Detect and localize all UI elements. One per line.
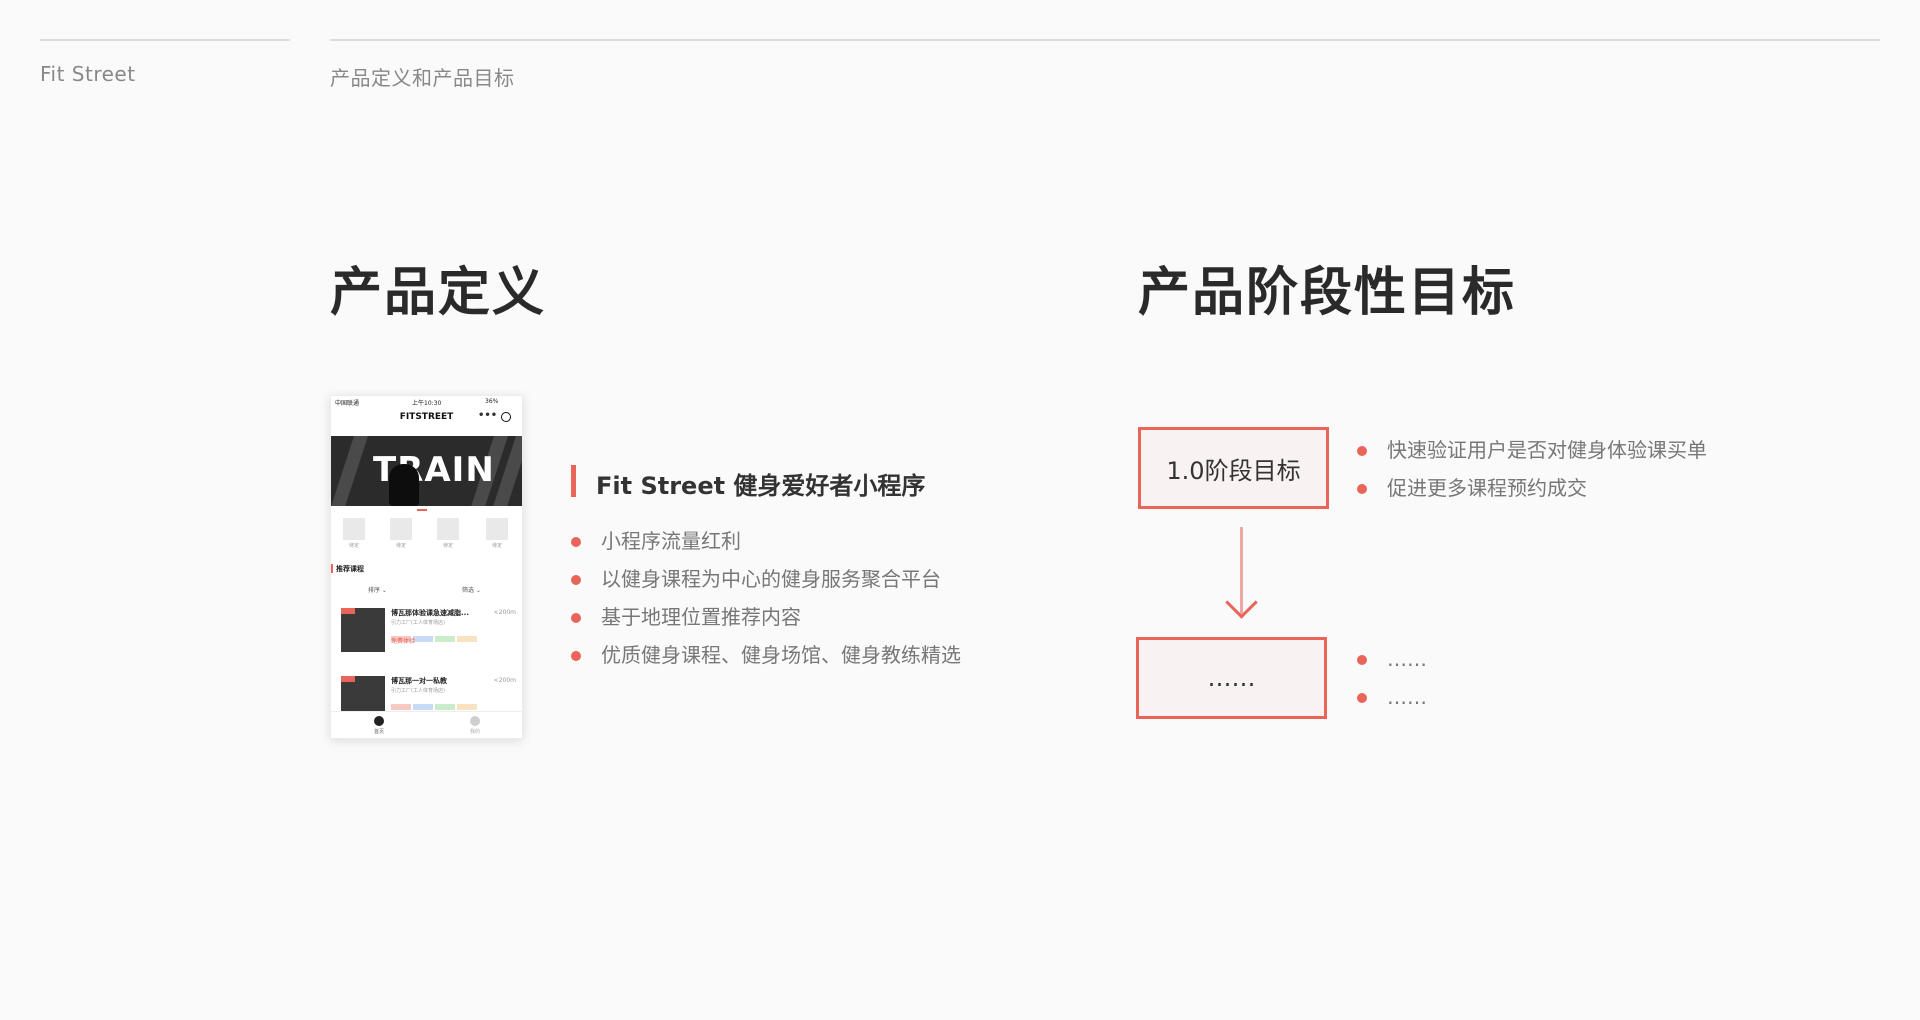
recommend-label: 推荐课程: [331, 564, 364, 573]
category-item: 待定: [437, 518, 459, 549]
stage1-box: 1.0阶段目标: [1138, 427, 1329, 509]
header-rule-right: [330, 39, 1880, 41]
category-item: 待定: [486, 518, 508, 549]
home-icon: [374, 716, 384, 726]
list-item: 以健身课程为中心的健身服务聚合平台: [571, 560, 961, 598]
athlete-figure: [389, 464, 419, 506]
phone-banner: TRAIN: [331, 436, 522, 506]
stage2-bullets: …… ……: [1357, 640, 1427, 716]
category-item: 待定: [390, 518, 412, 549]
sort-label: 排序 ⌄: [368, 587, 387, 594]
down-arrow-icon: [1225, 527, 1258, 619]
list-item: 促进更多课程预约成交: [1357, 469, 1707, 507]
title-accent-bar: [571, 465, 576, 497]
list-item: 博瓦那体验课急速减脂... <200m 引力工厂(工人体育场店) 免费体验: [341, 608, 516, 658]
time-label: 上午10:30: [412, 400, 442, 407]
course-thumbnail: [341, 608, 385, 652]
profile-icon: [470, 716, 480, 726]
header-rule-left: [40, 39, 290, 41]
carrier-label: 中国联通: [335, 400, 360, 407]
list-item: 优质健身课程、健身场馆、健身教练精选: [571, 636, 961, 674]
banner-indicator: [417, 509, 427, 511]
phone-status-bar: 中国联通 上午10:30 36%: [331, 396, 522, 408]
more-icon: •••: [478, 410, 498, 421]
app-screenshot: 中国联通 上午10:30 36% FITSTREET ••• TRAIN 待定 …: [330, 395, 523, 739]
list-item: 小程序流量红利: [571, 522, 961, 560]
list-item: 基于地理位置推荐内容: [571, 598, 961, 636]
list-item: 快速验证用户是否对健身体验课买单: [1357, 431, 1707, 469]
definition-heading: 产品定义: [330, 263, 547, 323]
list-item: ……: [1357, 678, 1427, 716]
stage1-bullets: 快速验证用户是否对健身体验课买单 促进更多课程预约成交: [1357, 431, 1707, 507]
brand-name: Fit Street: [40, 62, 136, 86]
definition-bullets: 小程序流量红利 以健身课程为中心的健身服务聚合平台 基于地理位置推荐内容 优质健…: [571, 522, 961, 674]
list-item: ……: [1357, 640, 1427, 678]
stage2-box: ……: [1136, 637, 1327, 719]
goals-heading: 产品阶段性目标: [1138, 263, 1517, 323]
filter-label: 筛选 ⌄: [462, 587, 481, 594]
category-grid: 待定 待定 待定 待定: [331, 518, 522, 556]
battery-label: 36%: [485, 398, 499, 405]
category-item: 待定: [343, 518, 365, 549]
section-name: 产品定义和产品目标: [330, 66, 515, 90]
phone-tab-bar: 首页 我的: [331, 711, 522, 738]
target-icon: [501, 412, 511, 422]
app-title: Fit Street 健身爱好者小程序: [596, 472, 926, 500]
